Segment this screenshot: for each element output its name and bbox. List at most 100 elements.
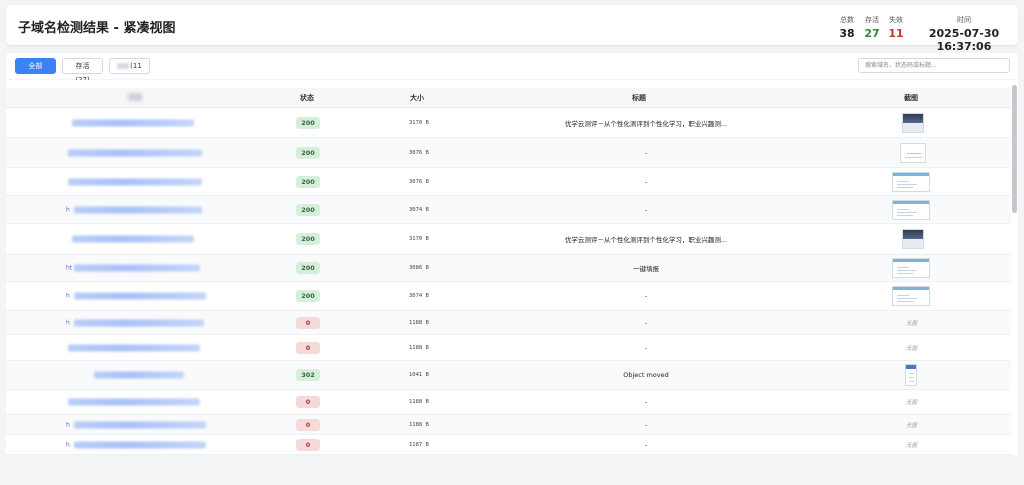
no-screenshot-label: 无图 [906,400,918,406]
stat-fail: 失效 11 [886,15,906,40]
status-badge: 0 [296,396,320,408]
domain-prefix: h [66,421,70,428]
table-row: h 0 1188 B - 无图 [6,415,1011,435]
screenshot-thumbnail[interactable] [892,171,930,192]
table-scrollbar[interactable] [1012,85,1017,213]
status-badge: 200 [296,233,320,245]
filter-alive-button[interactable]: 存活 (27) [62,58,103,84]
domain-link[interactable] [74,264,200,272]
no-screenshot-label: 无图 [906,442,918,449]
table-row: ht 200 3086 B 一键填报 [6,255,1011,282]
domain-link[interactable] [74,292,206,300]
status-badge: 200 [296,290,320,302]
page-title-cell: - [644,177,648,186]
page-title-cell: 一键填报 [633,265,659,273]
page-title-cell: - [644,398,648,406]
response-size: 1188 B [409,319,429,326]
column-header-screenshot[interactable]: 截图 [896,93,926,103]
screenshot-thumbnail[interactable] [900,142,926,163]
table-row: h 200 3074 B - [6,282,1011,311]
response-size: 3076 B [409,149,429,156]
response-size: 1187 B [409,441,429,448]
stat-total-label: 总数 [840,16,854,24]
stat-time-value: 2025-07-30 16:37:06 [928,27,1000,53]
table-row: 0 1188 B - 无图 [6,335,1011,361]
table-row: 200 3170 B 优学云测评－从个性化测评到个性化学习，职业兴趣测... [6,224,1011,255]
response-size: 1188 B [409,421,429,428]
stat-time: 时间 2025-07-30 16:37:06 [914,15,1014,53]
stat-alive-value: 27 [864,27,880,40]
domain-link[interactable] [72,119,194,127]
status-badge: 200 [296,262,320,274]
domain-link[interactable] [74,421,206,428]
table-row: h 200 3074 B - [6,196,1011,224]
domain-link[interactable] [68,398,200,406]
status-badge: 0 [296,418,320,431]
stat-time-label: 时间 [957,16,971,24]
column-header-domain[interactable] [128,93,142,103]
status-badge: 302 [296,369,320,381]
domain-link[interactable] [72,235,194,243]
column-header-size[interactable]: 大小 [402,93,432,103]
table-row: 200 3076 B - [6,168,1011,196]
page-title-cell: - [644,343,648,352]
status-badge: 200 [296,146,320,159]
screenshot-thumbnail[interactable] [892,286,930,306]
filter-fail-label: (11 [130,62,142,70]
page-title-cell: Object moved [623,371,669,379]
filter-fail-button[interactable]: (11 [109,58,150,74]
page-title-cell: - [644,318,648,327]
column-header-status[interactable]: 状态 [292,93,322,103]
header-bar: 子域名检测结果 - 紧凑视图 总数 38 存活 27 失效 11 时间 2025… [6,5,1018,53]
filter-all-button[interactable]: 全部 (38) [15,58,56,84]
page-title-cell: 优学云测评－从个性化测评到个性化学习，职业兴趣测... [564,236,728,244]
status-badge: 200 [296,175,320,188]
page-title-cell: - [644,420,648,429]
domain-link[interactable] [74,441,206,448]
screenshot-thumbnail[interactable] [905,364,917,386]
table-header: 状态 大小 标题 截图 [6,88,1011,108]
stat-alive: 存活 27 [862,15,882,40]
page-title-cell: - [644,292,648,300]
page-title: 子域名检测结果 - 紧凑视图 [18,21,176,36]
redacted-label [117,63,130,69]
domain-prefix: h [66,319,70,326]
screenshot-thumbnail[interactable] [892,258,930,278]
domain-link[interactable] [68,149,202,156]
domain-prefix: h [66,206,70,213]
response-size: 3074 B [409,206,429,213]
response-size: 3170 B [409,120,429,126]
no-screenshot-label: 无图 [906,320,918,327]
table-row: 200 3170 B 优学云测评－从个性化测评到个性化学习，职业兴趣测... [6,109,1011,138]
page-title-cell: - [644,440,648,449]
stat-total: 总数 38 [837,15,857,40]
domain-link[interactable] [74,319,204,326]
domain-prefix: h [66,441,70,448]
page-title-cell: 优学云测评－从个性化测评到个性化学习，职业兴趣测... [564,120,728,128]
response-size: 1188 B [409,344,429,351]
status-badge: 0 [296,341,320,354]
table-row: 0 1188 B - 无图 [6,390,1011,415]
domain-link[interactable] [68,178,202,185]
response-size: 3086 B [409,265,429,271]
domain-link[interactable] [94,371,184,379]
domain-link[interactable] [68,344,200,351]
search-input[interactable] [858,58,1010,73]
screenshot-thumbnail[interactable] [902,113,924,133]
status-badge: 200 [296,117,320,129]
page-title-cell: - [644,148,648,157]
stat-total-value: 38 [839,27,855,40]
domain-link[interactable] [74,206,202,213]
stat-fail-value: 11 [888,27,904,40]
status-badge: 0 [296,316,320,329]
response-size: 1041 B [409,372,429,378]
table-row: 302 1041 B Object moved [6,361,1011,390]
column-header-title[interactable]: 标题 [624,93,654,103]
table-row: h 0 1188 B - 无图 [6,311,1011,335]
screenshot-thumbnail[interactable] [892,199,930,220]
status-badge: 200 [296,203,320,216]
screenshot-thumbnail[interactable] [902,229,924,249]
filter-toolbar: 全部 (38) 存活 (27) (11 [6,53,1018,84]
page-title-cell: - [644,205,648,214]
response-size: 3074 B [409,293,429,299]
